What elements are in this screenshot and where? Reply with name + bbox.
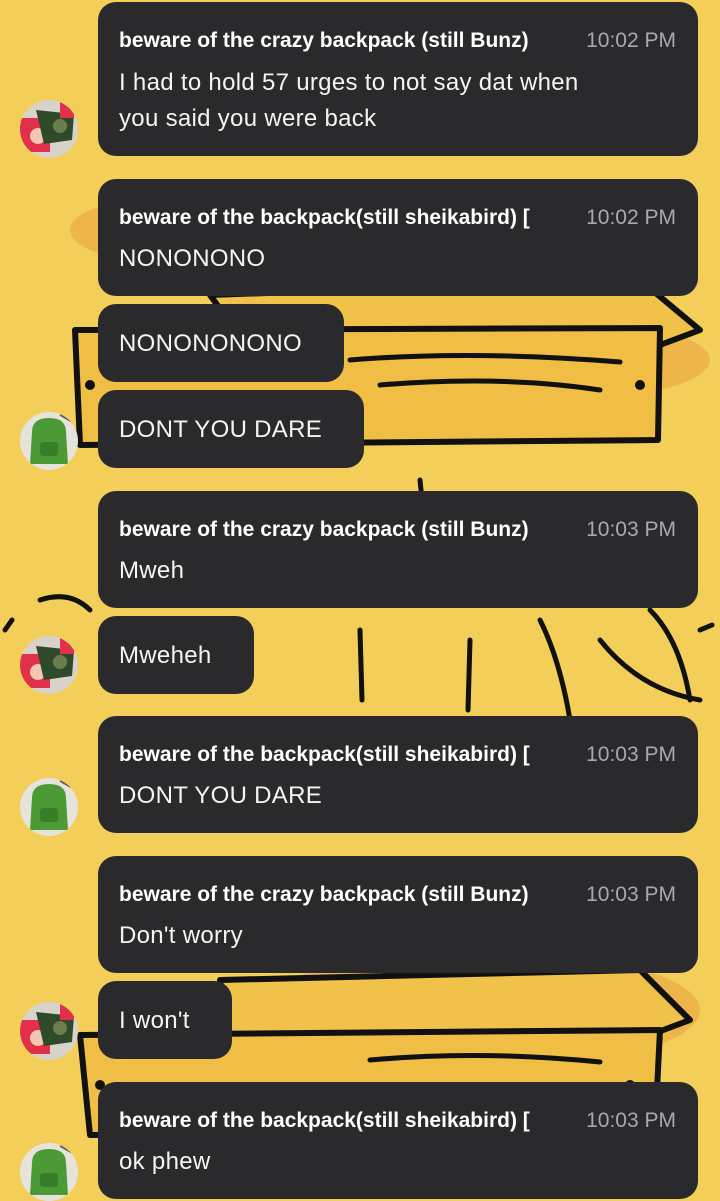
avatar-sheikabird[interactable] [20, 412, 78, 470]
message-author[interactable]: beware of the crazy backpack (still Bunz… [119, 518, 529, 542]
message-author[interactable]: beware of the backpack(still sheikabird)… [119, 206, 530, 230]
message-text: DONT YOU DARE [119, 782, 323, 809]
message-text: DONT YOU DARE [119, 416, 323, 443]
avatar-sheikabird[interactable] [20, 778, 78, 836]
message-timestamp: 10:03 PM [586, 1109, 676, 1132]
message-card[interactable]: beware of the crazy backpack (still Bunz… [98, 491, 698, 608]
bunz-avatar-icon [20, 100, 78, 158]
message-card[interactable]: beware of the backpack(still sheikabird)… [98, 1082, 698, 1199]
message-card[interactable]: beware of the crazy backpack (still Bunz… [98, 2, 698, 156]
message-timestamp: 10:02 PM [586, 206, 676, 229]
message-text: I won't [119, 1007, 190, 1034]
avatar-bunz[interactable] [20, 1002, 78, 1060]
message-text: Don't worry [119, 922, 243, 949]
message-author[interactable]: beware of the crazy backpack (still Bunz… [119, 883, 529, 907]
avatar-sheikabird[interactable] [20, 1143, 78, 1201]
message-timestamp: 10:03 PM [586, 883, 676, 906]
message-card[interactable]: beware of the backpack(still sheikabird)… [98, 716, 698, 833]
message-timestamp: 10:03 PM [586, 518, 676, 541]
message-author[interactable]: beware of the backpack(still sheikabird)… [119, 743, 530, 767]
message-card[interactable]: beware of the backpack(still sheikabird)… [98, 179, 698, 296]
avatar-bunz[interactable] [20, 636, 78, 694]
bunz-avatar-icon [20, 636, 78, 694]
message-text: NONONONO [119, 245, 266, 272]
message-text: NONONONONO [119, 330, 302, 357]
message-author[interactable]: beware of the crazy backpack (still Bunz… [119, 29, 529, 53]
message-text: ok phew [119, 1148, 211, 1175]
message-timestamp: 10:03 PM [586, 743, 676, 766]
message-card[interactable]: beware of the crazy backpack (still Bunz… [98, 856, 698, 973]
message-author[interactable]: beware of the backpack(still sheikabird)… [119, 1109, 530, 1133]
sheikabird-avatar-icon [20, 778, 78, 836]
message-card[interactable]: NONONONONO [98, 304, 344, 382]
message-card[interactable]: Mweheh [98, 616, 254, 694]
bunz-avatar-icon [20, 1002, 78, 1060]
avatar-bunz[interactable] [20, 100, 78, 158]
message-text: Mweh [119, 557, 185, 584]
message-timestamp: 10:02 PM [586, 29, 676, 52]
message-text: Mweheh [119, 642, 212, 669]
message-card[interactable]: I won't [98, 981, 232, 1059]
message-card[interactable]: DONT YOU DARE [98, 390, 365, 468]
message-text: I had to hold 57 urges to not say dat wh… [119, 69, 579, 132]
sheikabird-avatar-icon [20, 412, 78, 470]
sheikabird-avatar-icon [20, 1143, 78, 1201]
